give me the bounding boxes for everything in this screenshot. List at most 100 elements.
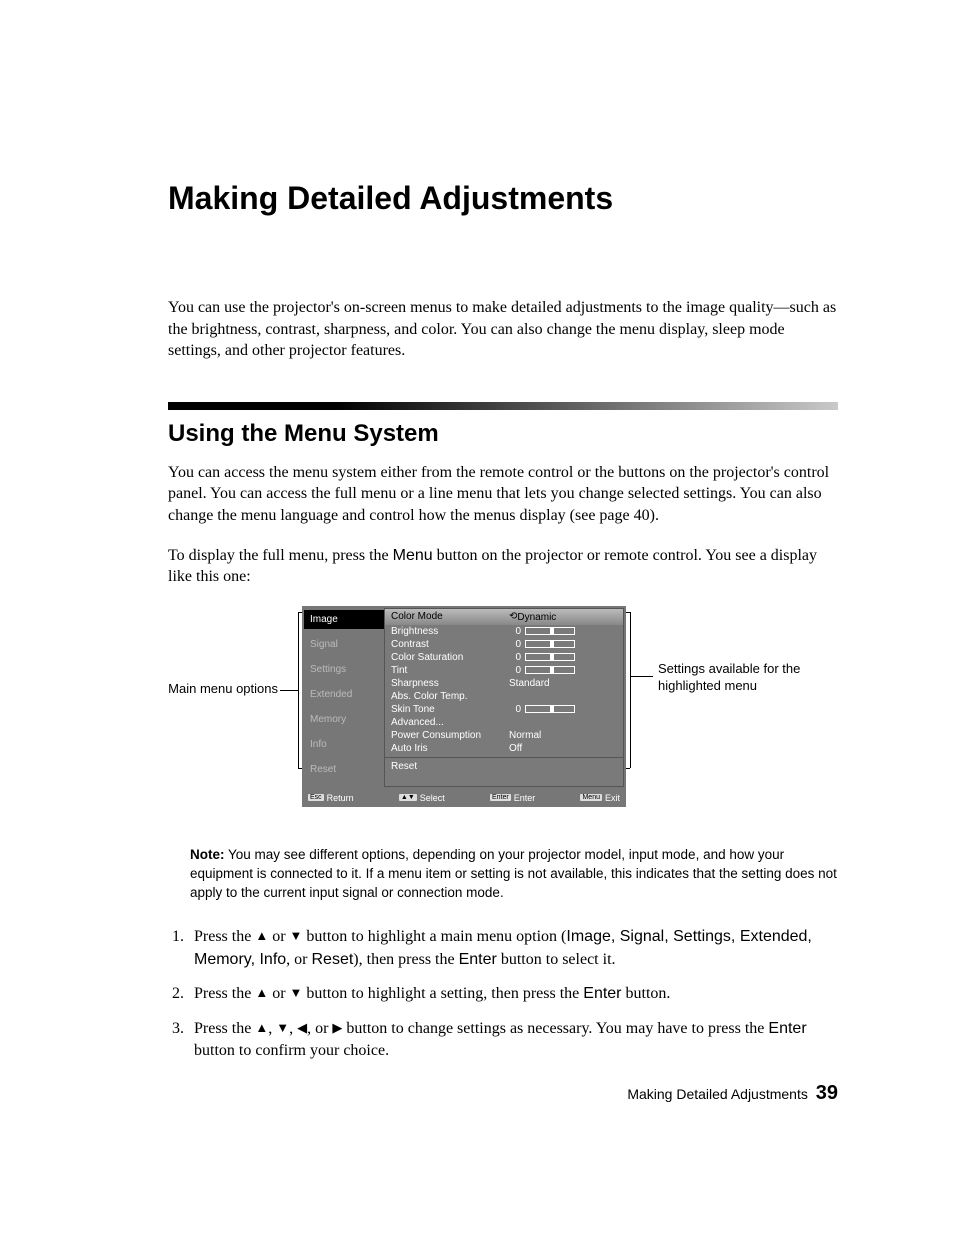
text: Press the <box>194 985 255 1002</box>
callout-line <box>280 690 298 691</box>
section-heading: Using the Menu System <box>168 420 838 448</box>
page-footer: Making Detailed Adjustments 39 <box>627 1082 838 1105</box>
osd-setting-row: Brightness0 <box>385 625 623 638</box>
up-triangle-icon: ▲ <box>255 927 268 945</box>
osd-setting-value: Off <box>509 743 617 754</box>
step-1: Press the ▲ or ▼ button to highlight a m… <box>188 926 838 971</box>
text: button to confirm your choice. <box>194 1042 389 1059</box>
text: , <box>268 1020 276 1037</box>
enter-label: Enter <box>583 985 621 1002</box>
page-number: 39 <box>816 1082 838 1104</box>
osd-setting-row: Tint0 <box>385 664 623 677</box>
up-triangle-icon: ▲ <box>255 1019 268 1037</box>
osd-footer-hint: ▲▼Select <box>399 793 445 803</box>
osd-slider: 0 <box>509 704 575 715</box>
text: button to select it. <box>497 951 616 968</box>
osd-setting-label: Sharpness <box>391 678 509 689</box>
menu-screenshot-figure: Main menu options Settings available for… <box>168 606 838 826</box>
osd-setting-row: Skin Tone0 <box>385 703 623 716</box>
page-title: Making Detailed Adjustments <box>168 180 838 217</box>
osd-settings-panel: Color Mode ⟲Dynamic Brightness0 Contrast… <box>384 608 624 787</box>
keycap-icon: Esc <box>308 794 324 801</box>
osd-slider: 0 <box>509 665 575 676</box>
osd-footer: EscReturn ▲▼Select EnterEnter MenuExit <box>302 789 626 807</box>
left-triangle-icon: ◀ <box>297 1019 307 1037</box>
section-paragraph-2: To display the full menu, press the Menu… <box>168 545 838 588</box>
osd-setting-row: Advanced... <box>385 716 623 729</box>
callout-settings: Settings available for the highlighted m… <box>658 661 818 695</box>
osd-setting-label: Advanced... <box>391 717 509 728</box>
enter-label: Enter <box>459 951 497 968</box>
osd-main-item: Info <box>304 735 384 754</box>
callout-line <box>631 676 653 677</box>
osd-setting-row: Contrast0 <box>385 638 623 651</box>
keycap-icon: Enter <box>490 794 511 801</box>
osd-setting-value: Standard <box>509 678 617 689</box>
osd-main-item: Memory <box>304 710 384 729</box>
up-triangle-icon: ▲ <box>255 984 268 1002</box>
callout-line <box>630 612 631 768</box>
osd-footer-hint: MenuExit <box>580 793 620 803</box>
steps-list: Press the ▲ or ▼ button to highlight a m… <box>168 926 838 1062</box>
text: To display the full menu, press the <box>168 547 393 564</box>
osd-setting-row: SharpnessStandard <box>385 677 623 690</box>
menu-button-label: Menu <box>393 547 433 564</box>
callout-line <box>298 612 299 768</box>
text: , or <box>307 1020 332 1037</box>
enter-label: Enter <box>768 1020 806 1037</box>
osd-slider: 0 <box>509 652 575 663</box>
osd-main-menu: Image Signal Settings Extended Memory In… <box>304 608 384 787</box>
osd-setting-label: Skin Tone <box>391 704 509 715</box>
osd-setting-label: Abs. Color Temp. <box>391 691 509 702</box>
osd-slider: 0 <box>509 639 575 650</box>
step-3: Press the ▲, ▼, ◀, or ▶ button to change… <box>188 1018 838 1063</box>
osd-setting-label: Color Saturation <box>391 652 509 663</box>
reset-label: Reset <box>312 951 354 968</box>
osd-setting-row: Abs. Color Temp. <box>385 690 623 703</box>
osd-setting-label: Power Consumption <box>391 730 509 741</box>
section-divider <box>168 402 838 410</box>
text: , <box>289 1020 297 1037</box>
keycap-icon: ▲▼ <box>399 794 417 801</box>
text: Press the <box>194 928 255 945</box>
osd-setting-row: Auto IrisOff <box>385 742 623 755</box>
text: button to highlight a setting, then pres… <box>302 985 583 1002</box>
osd-main-item: Image <box>304 610 384 629</box>
note-text: You may see different options, depending… <box>190 847 837 900</box>
osd-divider <box>385 757 623 758</box>
footer-chapter-title: Making Detailed Adjustments <box>627 1086 808 1102</box>
down-triangle-icon: ▼ <box>290 984 303 1002</box>
down-triangle-icon: ▼ <box>290 927 303 945</box>
note-label: Note: <box>190 847 225 862</box>
text: , or <box>286 951 311 968</box>
osd-main-item: Reset <box>304 760 384 779</box>
osd-slider: 0 <box>509 626 575 637</box>
osd-main-item: Signal <box>304 635 384 654</box>
down-triangle-icon: ▼ <box>276 1019 289 1037</box>
osd-setting-label: Color Mode <box>391 611 509 623</box>
keycap-icon: Menu <box>580 794 602 801</box>
osd-setting-label: Auto Iris <box>391 743 509 754</box>
note-paragraph: Note: You may see different options, dep… <box>190 846 838 903</box>
right-triangle-icon: ▶ <box>332 1019 342 1037</box>
text: button to highlight a main menu option ( <box>302 928 566 945</box>
text: or <box>268 985 289 1002</box>
text: ), then press the <box>353 951 458 968</box>
osd-reset-row: Reset <box>385 760 623 773</box>
callout-line <box>626 612 630 613</box>
callout-line <box>626 768 630 769</box>
text: button to change settings as necessary. … <box>342 1020 768 1037</box>
osd-footer-hint: EscReturn <box>308 793 354 803</box>
text: Press the <box>194 1020 255 1037</box>
osd-setting-row: Color Saturation0 <box>385 651 623 664</box>
osd-menu-screenshot: Image Signal Settings Extended Memory In… <box>302 606 626 807</box>
step-2: Press the ▲ or ▼ button to highlight a s… <box>188 983 838 1005</box>
osd-setting-label: Contrast <box>391 639 509 650</box>
osd-setting-label: Tint <box>391 665 509 676</box>
section-paragraph-1: You can access the menu system either fr… <box>168 462 838 527</box>
osd-main-item: Extended <box>304 685 384 704</box>
osd-footer-hint: EnterEnter <box>490 793 535 803</box>
intro-paragraph: You can use the projector's on-screen me… <box>168 297 838 362</box>
manual-page: Making Detailed Adjustments You can use … <box>0 0 954 1235</box>
osd-setting-row: Color Mode ⟲Dynamic <box>385 609 623 625</box>
